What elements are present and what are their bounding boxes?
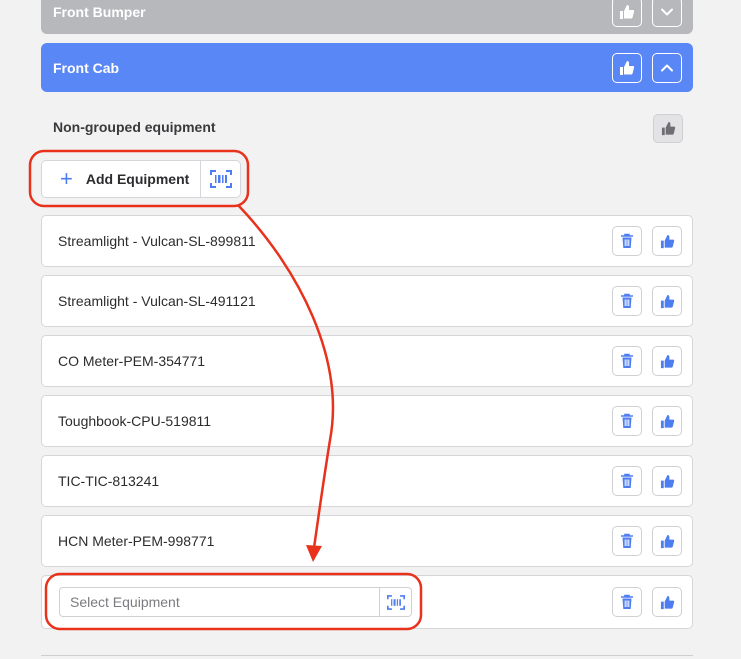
like-button[interactable] bbox=[612, 52, 642, 83]
thumbs-up-icon bbox=[661, 121, 675, 136]
delete-button[interactable] bbox=[612, 286, 642, 316]
delete-button[interactable] bbox=[612, 346, 642, 376]
like-button[interactable] bbox=[652, 526, 682, 556]
section-front-bumper[interactable]: Front Bumper bbox=[41, 0, 693, 34]
scan-barcode-button[interactable] bbox=[201, 161, 240, 197]
trash-icon bbox=[621, 293, 633, 308]
like-button[interactable] bbox=[652, 226, 682, 256]
like-button[interactable] bbox=[652, 346, 682, 376]
barcode-scan-icon bbox=[209, 170, 232, 188]
equipment-row: TIC-TIC-813241 bbox=[41, 455, 693, 507]
thumbs-up-icon bbox=[660, 414, 674, 428]
delete-button[interactable] bbox=[612, 526, 642, 556]
equipment-name: Streamlight - Vulcan-SL-491121 bbox=[58, 293, 256, 309]
row-actions bbox=[612, 346, 682, 376]
equipment-name: Streamlight - Vulcan-SL-899811 bbox=[58, 233, 256, 249]
thumbs-up-icon bbox=[660, 474, 674, 488]
barcode-scan-icon bbox=[386, 594, 405, 610]
section-title: Front Cab bbox=[53, 59, 120, 76]
equipment-name: CO Meter-PEM-354771 bbox=[58, 353, 206, 369]
like-button[interactable] bbox=[652, 587, 682, 617]
trash-icon bbox=[621, 594, 633, 609]
thumbs-up-icon bbox=[660, 294, 674, 308]
delete-button[interactable] bbox=[612, 406, 642, 436]
thumbs-up-icon bbox=[660, 534, 674, 548]
like-button[interactable] bbox=[652, 286, 682, 316]
trash-icon bbox=[621, 353, 633, 368]
equipment-name: TIC-TIC-813241 bbox=[58, 473, 160, 489]
delete-button[interactable] bbox=[612, 466, 642, 496]
like-button[interactable] bbox=[612, 0, 642, 27]
trash-icon bbox=[621, 473, 633, 488]
like-button[interactable] bbox=[652, 466, 682, 496]
section-title: Front Bumper bbox=[53, 4, 146, 20]
row-actions bbox=[612, 466, 682, 496]
add-equipment-group: + Add Equipment bbox=[41, 160, 241, 198]
equipment-row: Toughbook-CPU-519811 bbox=[41, 395, 693, 447]
select-equipment-input[interactable] bbox=[60, 588, 379, 616]
equipment-row: CO Meter-PEM-354771 bbox=[41, 335, 693, 387]
delete-button[interactable] bbox=[612, 587, 642, 617]
equipment-page: Front Bumper Front Cab Non-grouped equip… bbox=[0, 0, 741, 659]
select-equipment-field[interactable] bbox=[59, 587, 412, 617]
trash-icon bbox=[621, 533, 633, 548]
delete-button[interactable] bbox=[612, 226, 642, 256]
chevron-up-icon bbox=[661, 64, 673, 71]
row-actions bbox=[612, 406, 682, 436]
new-equipment-row bbox=[41, 575, 693, 629]
group-label: Non-grouped equipment bbox=[53, 119, 216, 135]
trash-icon bbox=[621, 413, 633, 428]
chevron-down-icon bbox=[661, 8, 673, 16]
section-actions bbox=[612, 0, 682, 27]
group-like-button[interactable] bbox=[653, 114, 683, 143]
thumbs-up-icon bbox=[620, 5, 635, 19]
equipment-row: Streamlight - Vulcan-SL-899811 bbox=[41, 215, 693, 267]
plus-icon: + bbox=[60, 166, 73, 191]
equipment-row: Streamlight - Vulcan-SL-491121 bbox=[41, 275, 693, 327]
add-equipment-button[interactable]: + Add Equipment bbox=[42, 161, 201, 197]
thumbs-up-icon bbox=[660, 354, 674, 368]
row-actions bbox=[612, 226, 682, 256]
trash-icon bbox=[621, 233, 633, 248]
equipment-row: HCN Meter-PEM-998771 bbox=[41, 515, 693, 567]
like-button[interactable] bbox=[652, 406, 682, 436]
equipment-name: Toughbook-CPU-519811 bbox=[58, 413, 212, 429]
equipment-name: HCN Meter-PEM-998771 bbox=[58, 533, 215, 549]
row-actions bbox=[612, 526, 682, 556]
section-front-cab[interactable]: Front Cab bbox=[41, 43, 693, 92]
collapse-button[interactable] bbox=[652, 52, 682, 83]
thumbs-up-icon bbox=[660, 234, 674, 248]
row-actions bbox=[612, 286, 682, 316]
divider bbox=[41, 655, 693, 656]
scan-barcode-button[interactable] bbox=[379, 588, 411, 616]
expand-button[interactable] bbox=[652, 0, 682, 27]
add-equipment-label: Add Equipment bbox=[85, 171, 190, 187]
row-actions bbox=[612, 587, 682, 617]
thumbs-up-icon bbox=[620, 60, 635, 75]
section-actions bbox=[612, 52, 682, 83]
thumbs-up-icon bbox=[660, 595, 674, 609]
